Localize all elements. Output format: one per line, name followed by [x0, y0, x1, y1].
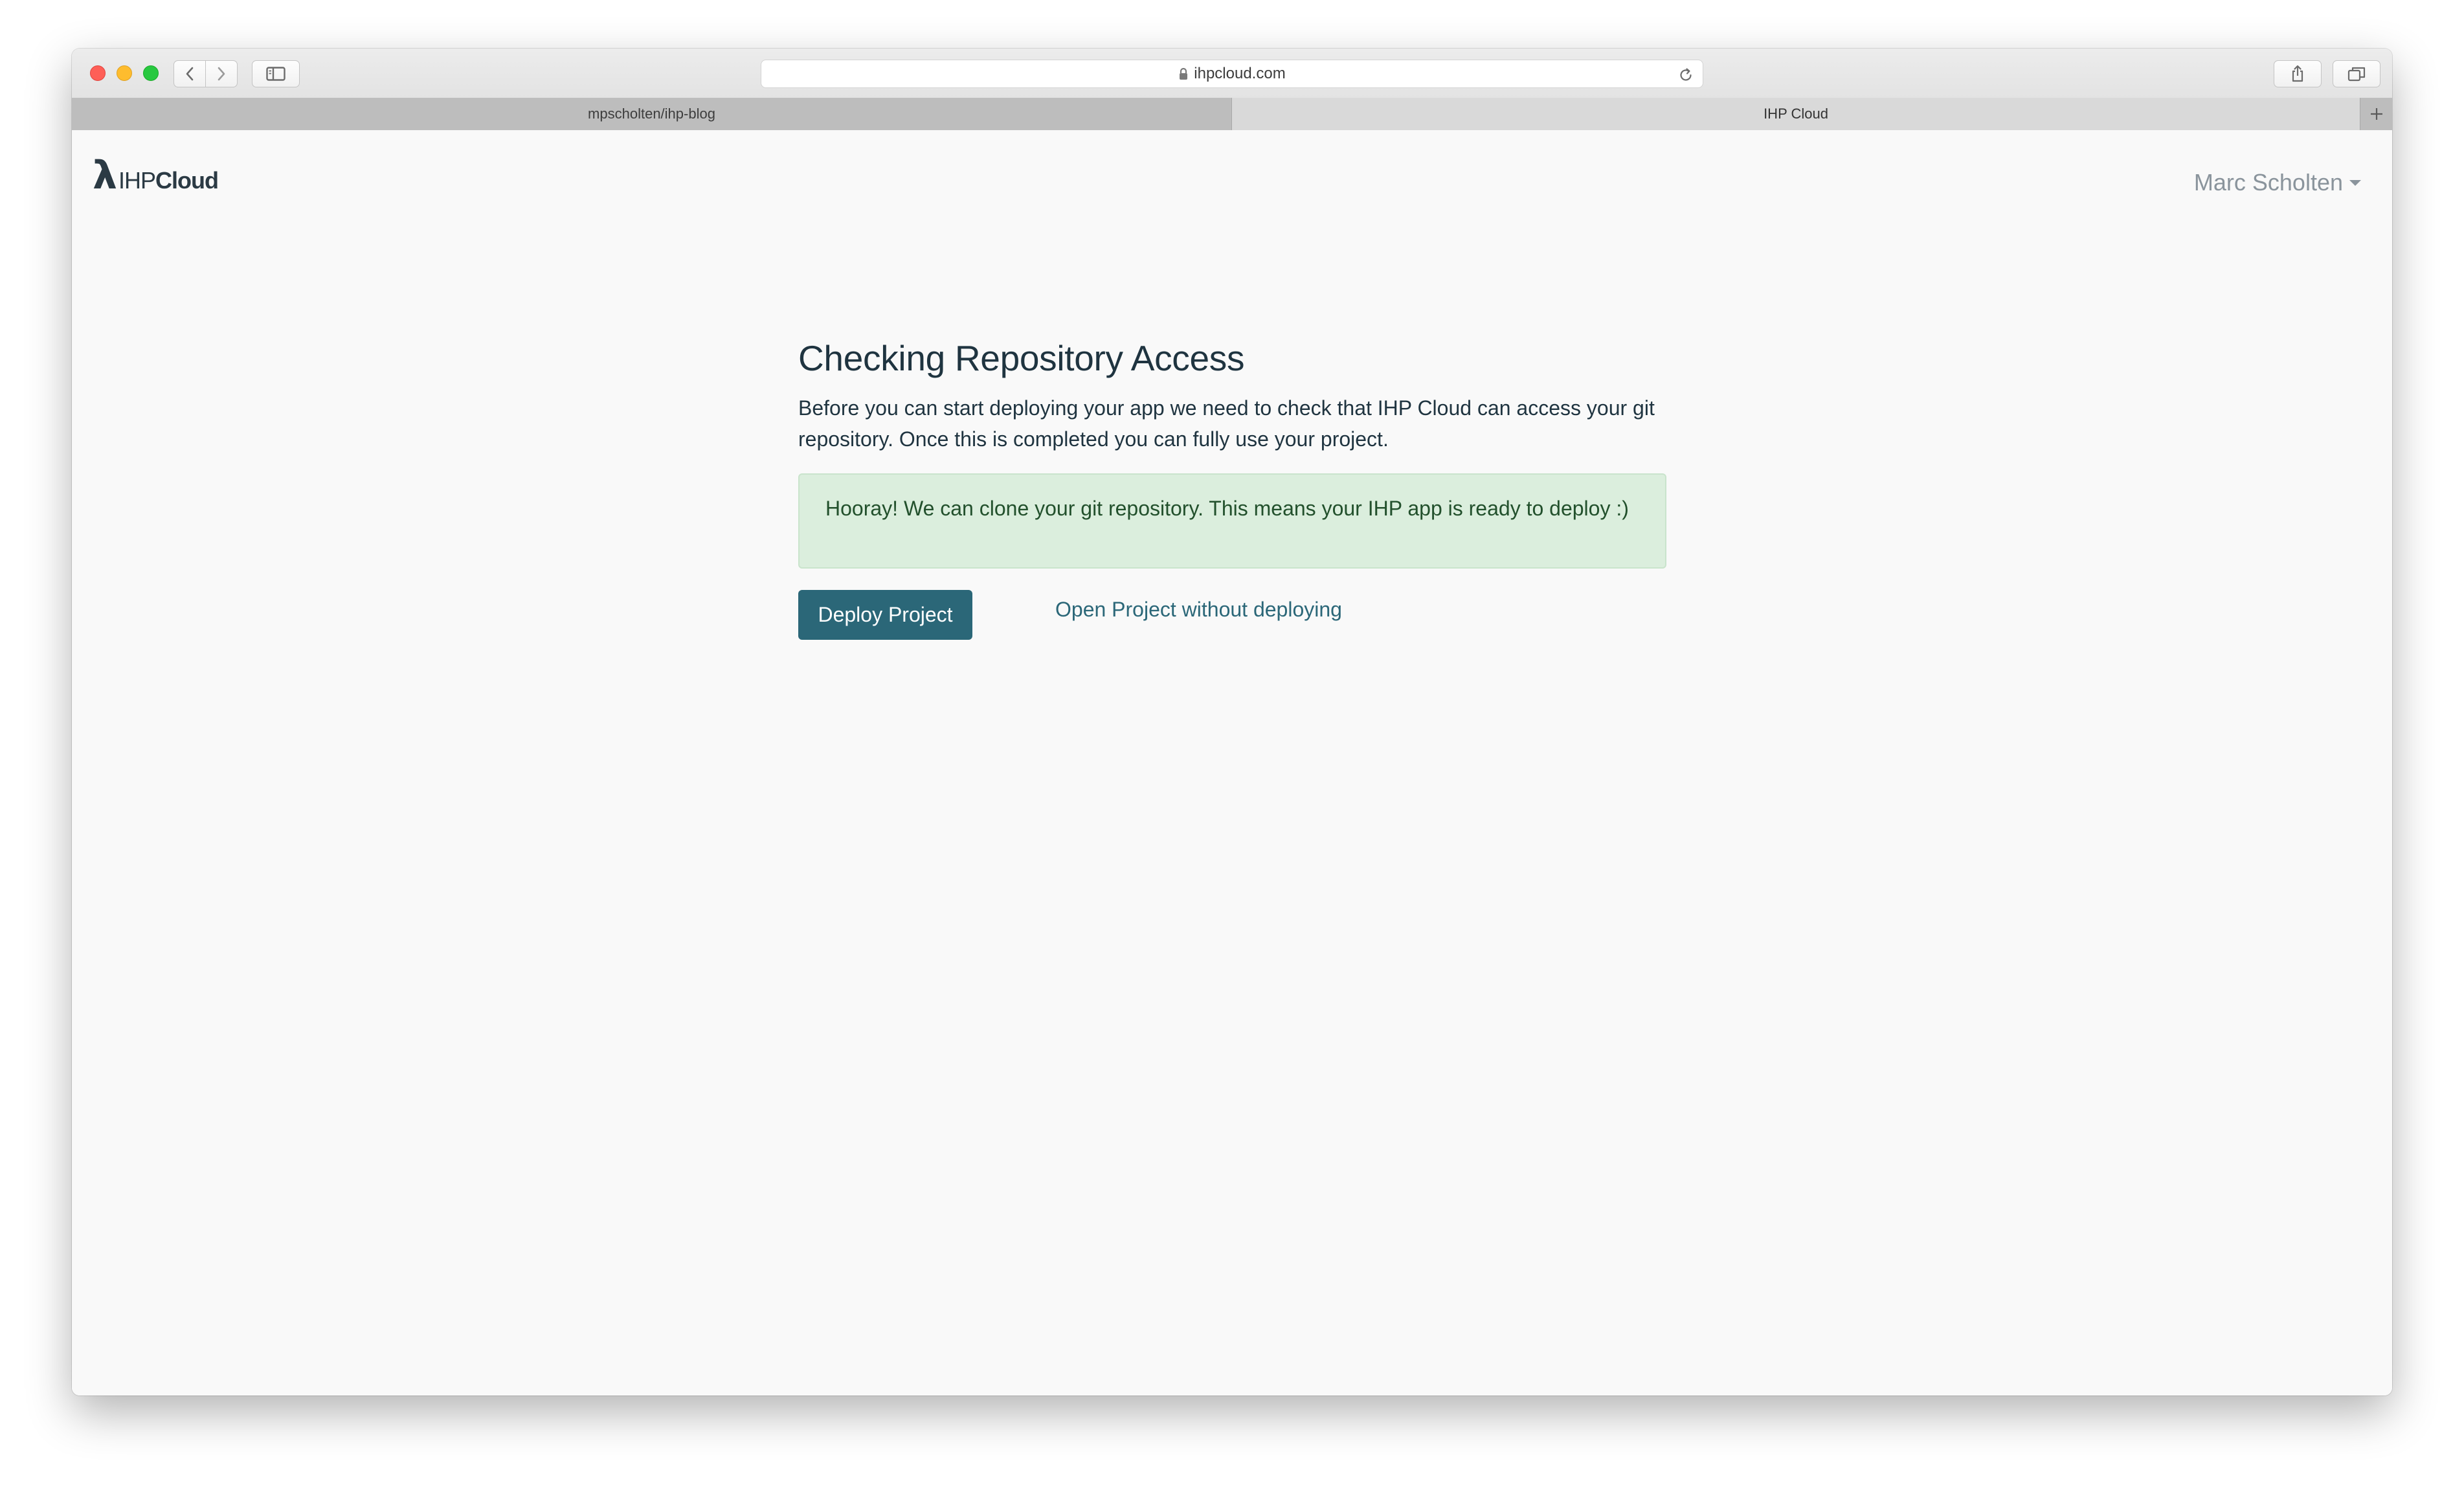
- reload-icon[interactable]: [1678, 66, 1694, 86]
- success-alert-text: Hooray! We can clone your git repository…: [825, 497, 1629, 520]
- share-icon: [2292, 65, 2303, 82]
- tab-bar: mpscholten/ihp-blog IHP Cloud: [72, 98, 2392, 130]
- share-button[interactable]: [2274, 60, 2322, 87]
- tabs-overview-icon: [2347, 67, 2366, 82]
- sidebar-toggle-button[interactable]: [252, 60, 300, 87]
- ihp-cloud-logo[interactable]: λ IHP Cloud: [93, 153, 219, 198]
- intro-text: Before you can start deploying your app …: [798, 396, 1655, 451]
- tab-ihp-blog[interactable]: mpscholten/ihp-blog: [72, 98, 1232, 130]
- deploy-project-button[interactable]: Deploy Project: [798, 590, 972, 640]
- sidebar-icon: [266, 67, 286, 81]
- plus-icon: [2370, 108, 2382, 120]
- logo-ihp-text: IHP: [118, 167, 156, 194]
- browser-window: ihpcloud.com mpscholten/ihp-blog IHP Clo…: [72, 49, 2392, 1396]
- open-project-link[interactable]: Open Project without deploying: [1055, 598, 1342, 622]
- address-text: ihpcloud.com: [1194, 65, 1286, 82]
- address-bar[interactable]: ihpcloud.com: [761, 60, 1703, 88]
- tab-ihp-cloud[interactable]: IHP Cloud: [1232, 98, 2360, 130]
- page-content: λ IHP Cloud Marc Scholten Checking Repos…: [72, 130, 2392, 1396]
- logo-cloud-text: Cloud: [155, 167, 219, 194]
- user-menu-dropdown[interactable]: Marc Scholten: [2194, 169, 2361, 196]
- back-icon: [186, 67, 194, 81]
- browser-toolbar: ihpcloud.com: [72, 49, 2392, 98]
- minimize-window-button[interactable]: [117, 65, 132, 81]
- back-button[interactable]: [174, 60, 206, 87]
- success-alert: Hooray! We can clone your git repository…: [798, 473, 1666, 569]
- tab-label: mpscholten/ihp-blog: [588, 106, 715, 122]
- user-name: Marc Scholten: [2193, 169, 2343, 196]
- tab-label: IHP Cloud: [1764, 106, 1828, 122]
- page-title: Checking Repository Access: [798, 338, 1245, 378]
- tab-overview-button[interactable]: [2333, 60, 2380, 87]
- forward-button[interactable]: [205, 60, 238, 87]
- lock-icon: [1178, 67, 1189, 80]
- lambda-icon: λ: [93, 153, 117, 198]
- close-window-button[interactable]: [90, 65, 106, 81]
- zoom-window-button[interactable]: [143, 65, 159, 81]
- forward-icon: [218, 67, 225, 81]
- caret-down-icon: [2349, 179, 2361, 186]
- new-tab-button[interactable]: [2360, 98, 2392, 130]
